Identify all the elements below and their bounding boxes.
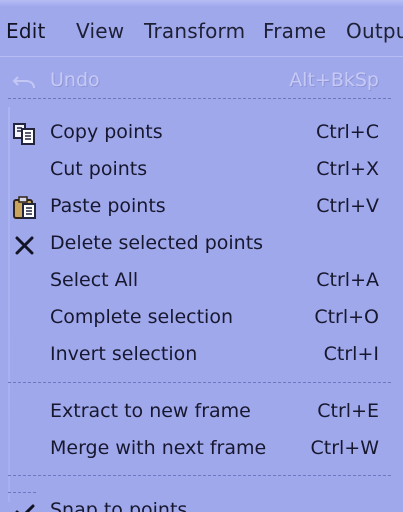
- paste-points-label: Paste points: [50, 195, 166, 217]
- complete-selection-shortcut: Ctrl+O: [314, 306, 379, 328]
- menu-item-merge-with-next-frame[interactable]: Merge with next frame Ctrl+W: [0, 430, 403, 466]
- complete-selection-label: Complete selection: [50, 306, 234, 328]
- invert-selection-shortcut: Ctrl+I: [323, 343, 379, 365]
- menubar-top-line: [0, 0, 403, 6]
- menu-item-delete-selected-points[interactable]: Delete selected points: [0, 225, 403, 261]
- select-all-shortcut: Ctrl+A: [316, 269, 379, 291]
- menu-item-extract-to-new-frame[interactable]: Extract to new frame Ctrl+E: [0, 393, 403, 429]
- extract-to-new-frame-shortcut: Ctrl+E: [317, 400, 379, 422]
- merge-with-next-frame-shortcut: Ctrl+W: [310, 437, 379, 459]
- menu-transform[interactable]: Transform: [144, 17, 245, 45]
- separator-1: [8, 98, 391, 99]
- menu-item-invert-selection[interactable]: Invert selection Ctrl+I: [0, 336, 403, 372]
- undo-shortcut: Alt+BkSp: [289, 69, 379, 91]
- checkmark-icon: [10, 500, 40, 512]
- separator-3: [8, 475, 391, 476]
- undo-icon: [10, 70, 40, 94]
- menu-item-complete-selection[interactable]: Complete selection Ctrl+O: [0, 299, 403, 335]
- copy-points-shortcut: Ctrl+C: [316, 121, 379, 143]
- screen: Edit View Transform Frame Outpu Undo Alt…: [0, 0, 403, 512]
- cut-points-shortcut: Ctrl+X: [316, 158, 379, 180]
- snap-to-points-label: Snap to points: [50, 499, 188, 512]
- extract-to-new-frame-label: Extract to new frame: [50, 400, 251, 422]
- menu-view[interactable]: View: [76, 17, 124, 45]
- menu-item-cut-points[interactable]: Cut points Ctrl+X: [0, 151, 403, 187]
- menu-item-paste-points[interactable]: Paste points Ctrl+V: [0, 188, 403, 224]
- menu-frame[interactable]: Frame: [263, 17, 326, 45]
- invert-selection-label: Invert selection: [50, 343, 198, 365]
- select-all-label: Select All: [50, 269, 139, 291]
- edit-menu: Undo Alt+BkSp Copy points Ctrl+C Cut poi…: [0, 56, 403, 512]
- menubar: Edit View Transform Frame Outpu: [0, 0, 403, 57]
- menu-item-snap-to-points[interactable]: Snap to points: [0, 492, 403, 512]
- menu-item-copy-points[interactable]: Copy points Ctrl+C: [0, 114, 403, 150]
- menu-item-undo: Undo Alt+BkSp: [0, 62, 403, 98]
- paste-points-shortcut: Ctrl+V: [316, 195, 379, 217]
- paste-icon: [10, 196, 40, 220]
- delete-selected-points-label: Delete selected points: [50, 232, 264, 254]
- copy-icon: [10, 122, 40, 146]
- menu-edit[interactable]: Edit: [6, 17, 46, 45]
- separator-2: [8, 382, 391, 383]
- cut-points-label: Cut points: [50, 158, 148, 180]
- copy-points-label: Copy points: [50, 121, 163, 143]
- menu-item-select-all[interactable]: Select All Ctrl+A: [0, 262, 403, 298]
- undo-label: Undo: [50, 69, 100, 91]
- menu-output[interactable]: Outpu: [346, 17, 403, 45]
- close-icon: [10, 233, 40, 257]
- merge-with-next-frame-label: Merge with next frame: [50, 437, 267, 459]
